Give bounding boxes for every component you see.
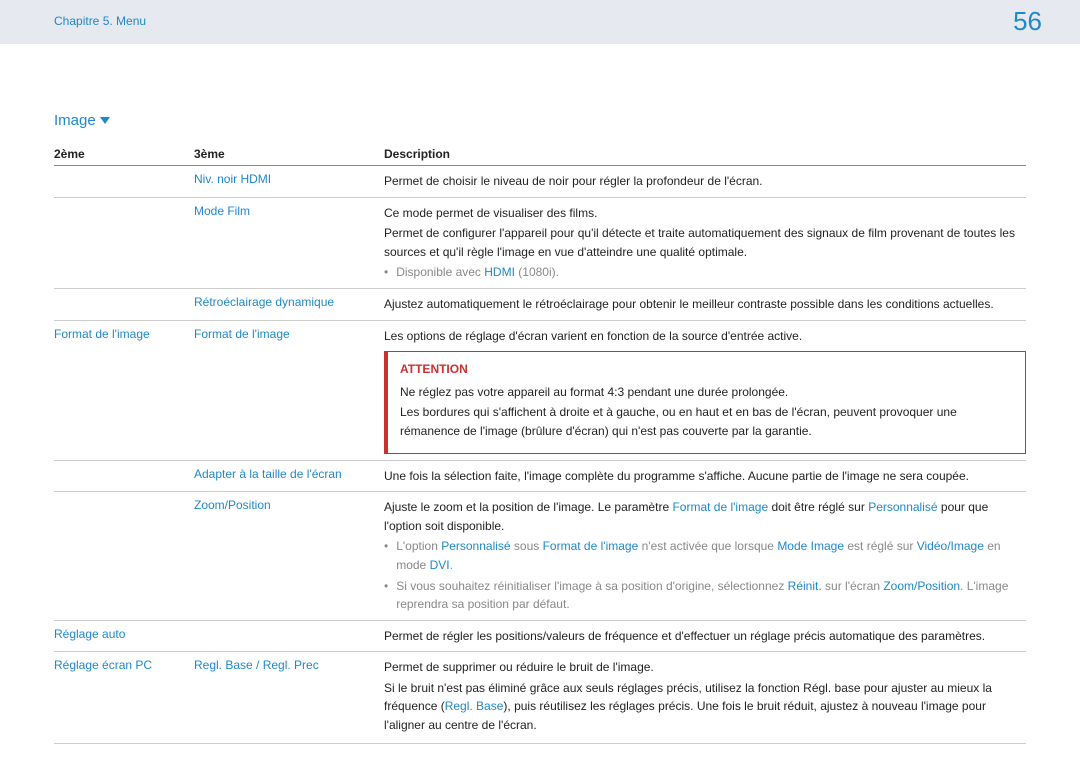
bullet-item: • Si vous souhaitez réinitialiser l'imag…: [384, 577, 1026, 614]
inline-link: Personnalisé: [868, 500, 937, 514]
cell-2eme: Format de l'image: [54, 327, 194, 454]
cell-2eme: Réglage écran PC: [54, 658, 194, 736]
section-title: Image: [54, 112, 1026, 129]
text-fragment: L'option: [396, 539, 441, 553]
inline-link: Réinit.: [788, 579, 822, 593]
cell-2eme: [54, 467, 194, 486]
inline-link: HDMI: [484, 265, 515, 279]
table-row: Zoom/Position Ajuste le zoom et la posit…: [54, 492, 1026, 621]
cell-description: Une fois la sélection faite, l'image com…: [384, 467, 1026, 486]
text-fragment: (1080i).: [515, 265, 559, 279]
cell-description: Les options de réglage d'écran varient e…: [384, 327, 1026, 454]
inline-link: Regl. Base: [445, 699, 504, 713]
bullet-dot-icon: •: [384, 577, 388, 614]
desc-line: Permet de supprimer ou réduire le bruit …: [384, 658, 1026, 677]
cell-3eme: Regl. Base / Regl. Prec: [194, 658, 384, 736]
cell-2eme: Réglage auto: [54, 627, 194, 646]
cell-description: Ajuste le zoom et la position de l'image…: [384, 498, 1026, 614]
attention-box: ATTENTION Ne réglez pas votre appareil a…: [384, 351, 1026, 453]
cell-description: Ajustez automatiquement le rétroéclairag…: [384, 295, 1026, 314]
section-title-text: Image: [54, 112, 96, 129]
table-row: Niv. noir HDMI Permet de choisir le nive…: [54, 166, 1026, 198]
text-fragment: Si vous souhaitez réinitialiser l'image …: [396, 579, 787, 593]
table-row: Rétroéclairage dynamique Ajustez automat…: [54, 289, 1026, 321]
bullet-dot-icon: •: [384, 263, 388, 282]
cell-3eme: Adapter à la taille de l'écran: [194, 467, 384, 486]
table-header-row: 2ème 3ème Description: [54, 147, 1026, 166]
cell-3eme: Zoom/Position: [194, 498, 384, 614]
attention-body: Ne réglez pas votre appareil au format 4…: [400, 383, 1013, 441]
bullet-item: • L'option Personnalisé sous Format de l…: [384, 537, 1026, 574]
text-fragment: Ajuste le zoom et la position de l'image…: [384, 500, 672, 514]
text-fragment: est réglé sur: [844, 539, 917, 553]
cell-description: Permet de choisir le niveau de noir pour…: [384, 172, 1026, 191]
table-row: Format de l'image Format de l'image Les …: [54, 321, 1026, 461]
header-col-3eme: 3ème: [194, 147, 384, 161]
bullet-text: Si vous souhaitez réinitialiser l'image …: [396, 577, 1026, 614]
text-fragment: sur l'écran: [822, 579, 884, 593]
desc-line: Ajuste le zoom et la position de l'image…: [384, 498, 1026, 535]
inline-link: DVI: [430, 558, 450, 572]
bullet-item: • Disponible avec HDMI (1080i).: [384, 263, 1026, 282]
dropdown-triangle-icon: [100, 117, 110, 124]
inline-link: Format de l'image: [543, 539, 639, 553]
text-fragment: Disponible avec: [396, 265, 484, 279]
bullet-text: L'option Personnalisé sous Format de l'i…: [396, 537, 1026, 574]
header-col-description: Description: [384, 147, 1026, 161]
table-row: Adapter à la taille de l'écran Une fois …: [54, 461, 1026, 493]
desc-line: Les options de réglage d'écran varient e…: [384, 327, 1026, 346]
text-fragment: n'est activée que lorsque: [638, 539, 777, 553]
inline-link: Mode Image: [777, 539, 844, 553]
text-fragment: sous: [511, 539, 543, 553]
cell-3eme: Rétroéclairage dynamique: [194, 295, 384, 314]
inline-link: Format de l'image: [672, 500, 768, 514]
cell-3eme: Niv. noir HDMI: [194, 172, 384, 191]
page-number: 56: [1013, 6, 1042, 37]
chapter-title: Chapitre 5. Menu: [54, 14, 146, 28]
inline-link: Vidéo/Image: [917, 539, 984, 553]
text-fragment: doit être réglé sur: [768, 500, 868, 514]
cell-description: Ce mode permet de visualiser des films. …: [384, 204, 1026, 282]
cell-2eme: [54, 295, 194, 314]
cell-3eme: Format de l'image: [194, 327, 384, 454]
bullet-dot-icon: •: [384, 537, 388, 574]
settings-table: 2ème 3ème Description Niv. noir HDMI Per…: [54, 147, 1026, 744]
cell-3eme: Mode Film: [194, 204, 384, 282]
table-row: Réglage écran PC Regl. Base / Regl. Prec…: [54, 652, 1026, 743]
attention-line: Ne réglez pas votre appareil au format 4…: [400, 383, 1013, 402]
top-bar: Chapitre 5. Menu 56: [0, 0, 1080, 44]
table-row: Réglage auto Permet de régler les positi…: [54, 621, 1026, 653]
bullet-text: Disponible avec HDMI (1080i).: [396, 263, 559, 282]
table-row: Mode Film Ce mode permet de visualiser d…: [54, 198, 1026, 289]
inline-link: Personnalisé: [441, 539, 510, 553]
cell-description: Permet de supprimer ou réduire le bruit …: [384, 658, 1026, 736]
cell-2eme: [54, 498, 194, 614]
cell-2eme: [54, 172, 194, 191]
text-fragment: .: [450, 558, 453, 572]
desc-line: Ce mode permet de visualiser des films.: [384, 204, 1026, 223]
desc-line: Permet de configurer l'appareil pour qu'…: [384, 224, 1026, 261]
inline-link: Zoom/Position: [883, 579, 960, 593]
header-col-2eme: 2ème: [54, 147, 194, 161]
attention-line: Les bordures qui s'affichent à droite et…: [400, 403, 1013, 440]
cell-description: Permet de régler les positions/valeurs d…: [384, 627, 1026, 646]
page-content: Image 2ème 3ème Description Niv. noir HD…: [0, 44, 1080, 784]
attention-title: ATTENTION: [400, 360, 1013, 379]
cell-3eme: [194, 627, 384, 646]
cell-2eme: [54, 204, 194, 282]
desc-line: Si le bruit n'est pas éliminé grâce aux …: [384, 679, 1026, 735]
